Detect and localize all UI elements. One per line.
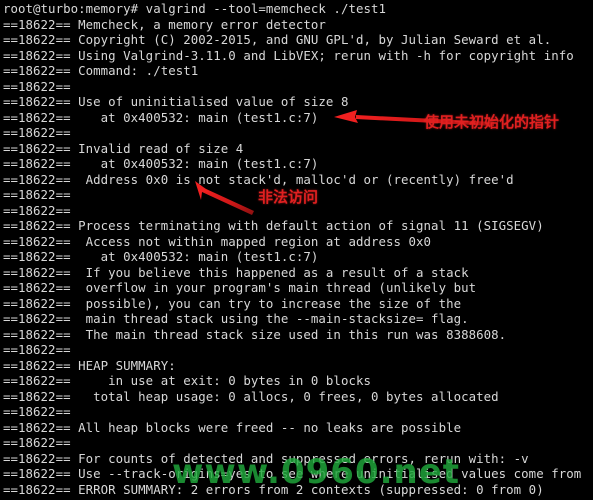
terminal-line: ==18622== in use at exit: 0 bytes in 0 b… [3,373,371,389]
terminal-line: ==18622== For counts of detected and sup… [3,450,529,466]
annotation-label-uninitialised-pointer: 使用未初始化的指针 [424,113,560,131]
terminal-line-stackframe: ==18622== at 0x400532: main (test1.c:7) [3,249,319,265]
terminal-line-prompt: root@turbo:memory# valgrind --tool=memch… [3,1,386,16]
terminal-line: ==18622== [3,404,79,420]
terminal-line: ==18622== Use --track-origins=yes to see… [3,466,582,482]
terminal-line: ==18622== [3,342,79,358]
terminal-line-heap-summary: ==18622== HEAP SUMMARY: [3,357,176,373]
terminal-line: ==18622== main thread stack using the --… [3,311,469,327]
terminal-line: ==18622== Command: ./test1 [3,63,199,79]
terminal-line: ==18622== Using Valgrind-3.11.0 and LibV… [3,47,574,63]
terminal-output[interactable]: root@turbo:memory# valgrind --tool=memch… [3,0,593,500]
terminal-line: ==18622== [3,435,79,451]
terminal-line-invalid-read: ==18622== Invalid read of size 4 [3,140,244,156]
annotation-label-illegal-access: 非法访问 [258,188,319,206]
terminal-line: ==18622== [3,78,79,94]
terminal-line-error-summary: ==18622== ERROR SUMMARY: 2 errors from 2… [3,481,544,497]
terminal-line: ==18622== All heap blocks were freed -- … [3,419,462,435]
terminal-line-uninit-use: ==18622== Use of uninitialised value of … [3,94,349,110]
terminal-line-address-info: ==18622== Address 0x0 is not stack'd, ma… [3,171,514,187]
terminal-line: ==18622== overflow in your program's mai… [3,280,477,296]
terminal-line: ==18622== Memcheck, a memory error detec… [3,16,326,32]
terminal-line-sigsegv: ==18622== Process terminating with defau… [3,218,544,234]
terminal-window: root@turbo:memory# valgrind --tool=memch… [0,0,593,500]
terminal-line-stackframe: ==18622== at 0x400532: main (test1.c:7) [3,156,319,172]
terminal-line: ==18622== Copyright (C) 2002-2015, and G… [3,32,552,48]
terminal-line: ==18622== Access not within mapped regio… [3,233,432,249]
terminal-line: ==18622== total heap usage: 0 allocs, 0 … [3,388,499,404]
terminal-line: ==18622== The main thread stack size use… [3,326,507,342]
terminal-line: ==18622== possible), you can try to incr… [3,295,462,311]
terminal-line: ==18622== If you believe this happened a… [3,264,469,280]
